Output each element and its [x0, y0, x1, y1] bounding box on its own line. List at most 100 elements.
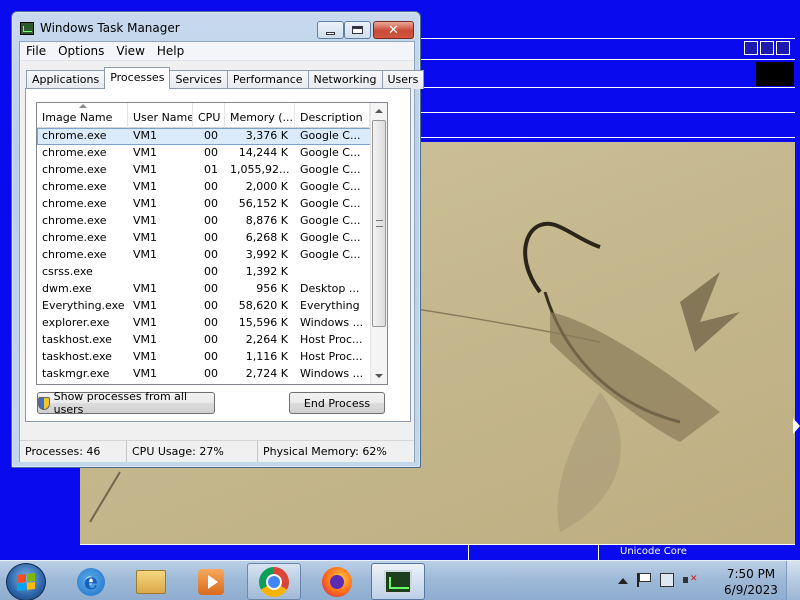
folder-icon — [136, 569, 166, 594]
cell-memory: 956 K — [256, 282, 288, 295]
task-manager-icon — [20, 21, 34, 35]
process-list: Image Name User Name CPU Memory (... Des… — [36, 102, 388, 385]
cell-cpu: 00 — [204, 282, 218, 295]
bg-close-button[interactable] — [776, 41, 790, 55]
status-divider — [598, 544, 599, 560]
table-row[interactable]: taskmgr.exe VM1 00 2,724 K Windows ... — [37, 366, 387, 383]
status-bar: Processes: 46 CPU Usage: 27% Physical Me… — [20, 440, 414, 462]
taskbar-media-player[interactable] — [184, 563, 238, 600]
cell-description: Google C... — [300, 231, 361, 244]
scroll-down-icon[interactable] — [371, 367, 387, 384]
table-row[interactable]: chrome.exe VM1 00 6,268 K Google C... — [37, 230, 387, 247]
cell-image-name: taskhost.exe — [42, 333, 112, 346]
system-tray — [618, 573, 698, 587]
background-window-titlebar[interactable] — [420, 38, 795, 60]
cell-user-name: VM1 — [133, 163, 158, 176]
tab-users[interactable]: Users — [381, 70, 425, 89]
taskbar-windows-explorer[interactable] — [124, 563, 178, 600]
tab-applications[interactable]: Applications — [26, 70, 106, 89]
table-row[interactable]: chrome.exe VM1 00 3,376 K Google C... — [37, 128, 387, 145]
volume-muted-icon[interactable] — [683, 573, 698, 587]
bg-maximize-button[interactable] — [760, 41, 774, 55]
show-all-processes-button[interactable]: Show processes from all users — [37, 390, 215, 416]
cell-image-name: chrome.exe — [42, 214, 107, 227]
background-toolbar-2 — [420, 112, 795, 138]
table-row[interactable]: chrome.exe VM1 00 2,000 K Google C... — [37, 179, 387, 196]
status-physical-memory: Physical Memory: 62% — [263, 445, 387, 458]
network-icon[interactable] — [660, 573, 674, 587]
tab-performance[interactable]: Performance — [226, 70, 309, 89]
window-title-area[interactable]: Windows Task Manager — [20, 18, 180, 38]
close-button[interactable]: ✕ — [373, 21, 414, 39]
cell-user-name: VM1 — [133, 129, 158, 142]
table-row[interactable]: taskhost.exe VM1 00 2,264 K Host Proc... — [37, 332, 387, 349]
column-memory[interactable]: Memory (... — [225, 103, 295, 128]
show-hidden-icons-icon[interactable] — [618, 578, 628, 584]
tab-services[interactable]: Services — [169, 70, 228, 89]
column-image-name[interactable]: Image Name — [37, 103, 128, 128]
cell-cpu: 00 — [204, 299, 218, 312]
internet-explorer-icon: e — [77, 567, 105, 596]
cell-user-name: VM1 — [133, 350, 158, 363]
column-user-name[interactable]: User Name — [128, 103, 193, 128]
cell-memory: 1,392 K — [245, 265, 288, 278]
firefox-icon — [322, 566, 352, 597]
cell-description: Windows ... — [300, 367, 364, 380]
taskbar-firefox[interactable] — [310, 563, 364, 600]
table-row[interactable]: chrome.exe VM1 00 56,152 K Google C... — [37, 196, 387, 213]
cell-description: Host Proc... — [300, 350, 363, 363]
table-row[interactable]: csrss.exe 00 1,392 K — [37, 264, 387, 281]
sort-arrow-icon — [79, 104, 87, 108]
action-center-flag-icon[interactable] — [637, 573, 651, 587]
maximize-button[interactable] — [344, 21, 371, 39]
cell-cpu: 00 — [204, 231, 218, 244]
cell-memory: 6,268 K — [245, 231, 288, 244]
table-row[interactable]: dwm.exe VM1 00 956 K Desktop ... — [37, 281, 387, 298]
tab-processes[interactable]: Processes — [104, 67, 171, 89]
start-button[interactable] — [6, 563, 46, 600]
tab-networking[interactable]: Networking — [307, 70, 383, 89]
menu-view[interactable]: View — [110, 42, 150, 60]
scroll-thumb[interactable] — [372, 120, 386, 327]
cell-image-name: chrome.exe — [42, 197, 107, 210]
cell-user-name: VM1 — [133, 316, 158, 329]
table-row[interactable]: explorer.exe VM1 00 15,596 K Windows ... — [37, 315, 387, 332]
minimize-button[interactable] — [317, 21, 344, 39]
taskbar-task-manager[interactable] — [371, 563, 425, 600]
cell-description: Desktop ... — [300, 282, 360, 295]
table-row[interactable]: chrome.exe VM1 00 3,992 K Google C... — [37, 247, 387, 264]
menu-options[interactable]: Options — [52, 42, 110, 60]
taskbar: e 7:50 PM 6/9/2023 — [0, 560, 800, 600]
table-row[interactable]: taskhost.exe VM1 00 1,116 K Host Proc... — [37, 349, 387, 366]
cell-description — [295, 264, 370, 281]
end-process-button[interactable]: End Process — [289, 392, 385, 414]
clock[interactable]: 7:50 PM 6/9/2023 — [722, 566, 780, 598]
window-client: File Options View Help Applications Proc… — [19, 41, 425, 462]
cell-cpu: 01 — [204, 163, 218, 176]
column-cpu[interactable]: CPU — [193, 103, 225, 128]
menu-file[interactable]: File — [20, 42, 52, 60]
table-row[interactable]: chrome.exe VM1 01 1,055,92... Google C... — [37, 162, 387, 179]
cell-memory: 3,376 K — [245, 129, 288, 142]
cell-user-name: VM1 — [133, 282, 158, 295]
show-desktop-button[interactable] — [786, 561, 800, 600]
taskbar-internet-explorer[interactable]: e — [64, 563, 118, 600]
table-row[interactable]: chrome.exe VM1 00 14,244 K Google C... — [37, 145, 387, 162]
cell-cpu: 00 — [204, 367, 218, 380]
taskbar-google-chrome[interactable] — [247, 563, 301, 600]
processes-panel: Image Name User Name CPU Memory (... Des… — [25, 88, 411, 422]
column-description[interactable]: Description — [295, 103, 370, 128]
cell-memory: 56,152 K — [238, 197, 288, 210]
table-row[interactable]: Everything.exe VM1 00 58,620 K Everything — [37, 298, 387, 315]
cell-memory: 2,000 K — [245, 180, 288, 193]
table-row[interactable]: chrome.exe VM1 00 8,876 K Google C... — [37, 213, 387, 230]
table-header: Image Name User Name CPU Memory (... Des… — [37, 103, 387, 128]
bg-minimize-button[interactable] — [744, 41, 758, 55]
cell-memory: 2,264 K — [245, 333, 288, 346]
cell-cpu: 00 — [204, 265, 218, 278]
menu-help[interactable]: Help — [151, 42, 190, 60]
vertical-scrollbar[interactable] — [370, 103, 387, 384]
scroll-up-icon[interactable] — [371, 103, 387, 120]
cell-cpu: 00 — [204, 214, 218, 227]
cell-user-name: VM1 — [133, 214, 158, 227]
